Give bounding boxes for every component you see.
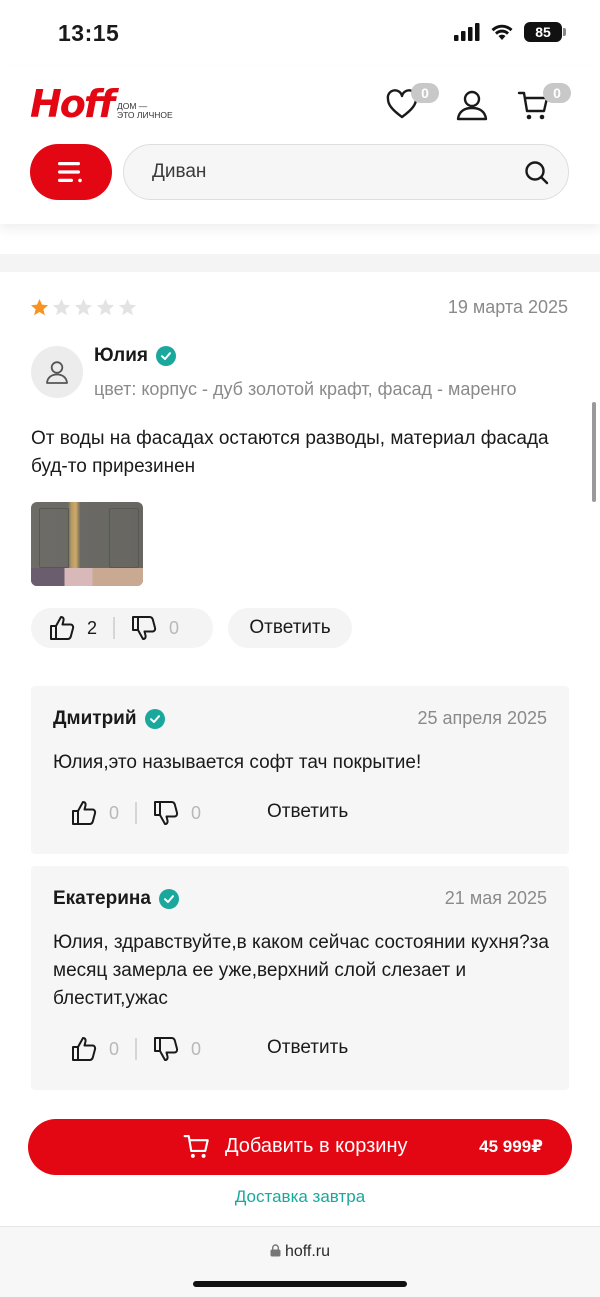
thumbs-up-icon[interactable] (71, 1036, 97, 1062)
comment-author-name: Дмитрий (53, 708, 137, 729)
comment-author: Дмитрий (53, 708, 165, 730)
vote-divider (135, 802, 138, 824)
star-icon (74, 298, 93, 316)
verified-icon (158, 889, 179, 909)
star-icon (118, 298, 137, 316)
product-variant: цвет: корпус - дуб золотой крафт, фасад … (94, 379, 517, 399)
comment-author: Екатерина (53, 888, 179, 910)
battery-level: 85 (535, 24, 551, 40)
scrollbar[interactable] (592, 402, 596, 502)
favorites-button[interactable]: 0 (385, 83, 439, 122)
cart-button[interactable]: 0 (517, 83, 571, 122)
review-vote-bar: 2 0 (31, 608, 213, 648)
comment-vote-bar: 0 0 (71, 800, 201, 826)
dislike-count: 0 (169, 617, 180, 638)
user-icon (46, 361, 68, 384)
search-icon[interactable] (524, 160, 550, 186)
logo-wordmark: Hoff (30, 82, 115, 126)
reply-button[interactable]: Ответить (228, 608, 352, 648)
search-value: Диван (152, 161, 207, 182)
browser-address-bar: hoff.ru (0, 1226, 600, 1297)
reply-button[interactable]: Ответить (267, 801, 348, 823)
review-author: Юлия (94, 345, 176, 367)
cart-badge: 0 (543, 83, 571, 103)
author-name: Юлия (94, 345, 148, 366)
hoff-logo[interactable]: Hoff дом — это личное (30, 82, 177, 126)
reply-button[interactable]: Ответить (267, 1037, 348, 1059)
comment-author-name: Екатерина (53, 888, 151, 909)
site-header: Hoff дом — это личное 0 0 Диван (0, 66, 600, 224)
thumbs-down-icon[interactable] (131, 615, 157, 641)
vote-divider (113, 617, 116, 639)
logo-tagline: дом — это личное (116, 101, 173, 120)
dislike-count: 0 (191, 802, 202, 823)
like-count: 0 (109, 1038, 120, 1059)
like-count: 0 (109, 802, 120, 823)
user-icon (456, 90, 488, 121)
search-input[interactable]: Диван (123, 144, 569, 200)
rating-stars (30, 298, 137, 317)
verified-icon (155, 346, 176, 366)
thumbs-up-icon[interactable] (49, 615, 75, 641)
url-text: hoff.ru (284, 1243, 331, 1260)
star-icon (52, 298, 71, 316)
signal-icon (454, 23, 480, 41)
status-icons: 85 (454, 22, 566, 42)
product-price: 45 999₽ (479, 1137, 543, 1156)
thumbs-down-icon[interactable] (153, 800, 179, 826)
avatar (31, 346, 83, 398)
star-icon (30, 298, 49, 316)
comment-card: Екатерина 21 мая 2025 Юлия, здравствуйте… (31, 866, 569, 1090)
like-count: 2 (87, 617, 98, 638)
verified-icon (144, 709, 165, 729)
address-bar[interactable]: hoff.ru (0, 1243, 600, 1261)
cart-icon (183, 1135, 209, 1158)
comment-card: Дмитрий 25 апреля 2025 Юлия,это называет… (31, 686, 569, 854)
comment-text: Юлия, здравствуйте,в каком сейчас состоя… (53, 932, 549, 1009)
battery-indicator: 85 (524, 22, 566, 42)
comment-text: Юлия,это называется софт тач покрытие! (53, 752, 422, 773)
add-to-cart-label: Добавить в корзину (225, 1135, 408, 1157)
catalog-menu-button[interactable] (30, 144, 112, 200)
menu-icon (58, 162, 82, 183)
favorites-badge: 0 (411, 83, 439, 103)
comment-date: 25 апреля 2025 (417, 708, 548, 728)
home-indicator[interactable] (193, 1281, 407, 1287)
lock-icon (270, 1244, 281, 1257)
section-divider (0, 254, 600, 272)
review-photo[interactable] (31, 502, 143, 586)
thumbs-down-icon[interactable] (153, 1036, 179, 1062)
delivery-info[interactable]: Доставка завтра (0, 1187, 600, 1207)
review-text: От воды на фасадах остаются разводы, мат… (31, 428, 549, 477)
add-to-cart-button[interactable]: Добавить в корзину 45 999₽ (28, 1119, 572, 1175)
status-time: 13:15 (58, 20, 120, 46)
comment-vote-bar: 0 0 (71, 1036, 201, 1062)
wifi-icon (491, 24, 513, 40)
comment-date: 21 мая 2025 (444, 888, 547, 908)
account-button[interactable] (455, 88, 489, 122)
vote-divider (135, 1038, 138, 1060)
star-icon (96, 298, 115, 316)
dislike-count: 0 (191, 1038, 202, 1059)
review-date: 19 марта 2025 (447, 297, 568, 317)
thumbs-up-icon[interactable] (71, 800, 97, 826)
status-bar: 13:15 85 (0, 0, 600, 66)
